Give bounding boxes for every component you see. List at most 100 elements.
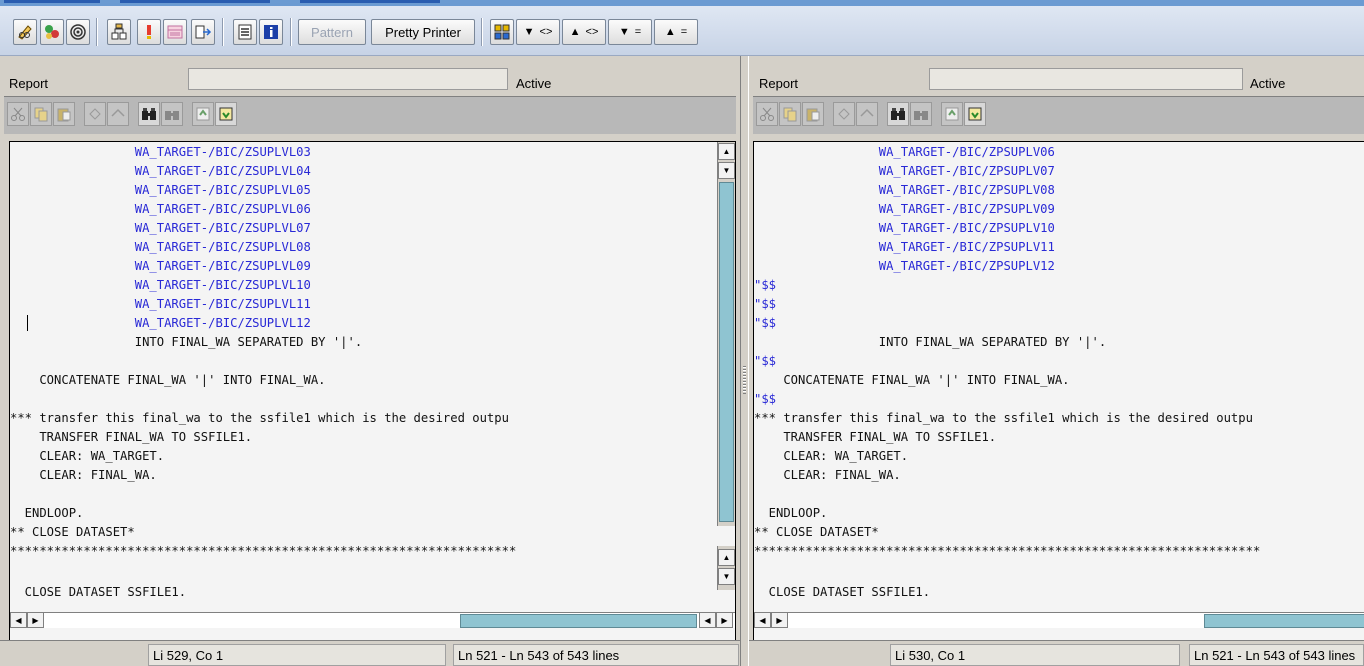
text-cursor <box>27 315 28 331</box>
exclamation-icon[interactable] <box>137 19 161 45</box>
code-line: ** CLOSE DATASET* <box>754 525 879 539</box>
download-icon[interactable] <box>215 102 237 126</box>
scroll-right-icon[interactable]: ▶ <box>27 612 44 628</box>
code-line: TRANSFER FINAL_WA TO SSFILE1. <box>10 430 253 444</box>
code-line: INTO FINAL_WA SEPARATED BY '|'. <box>10 335 363 349</box>
report-label: Report <box>9 76 49 91</box>
toolbar-separator <box>290 18 292 46</box>
binoculars-next-icon[interactable] <box>161 102 183 126</box>
window-icon[interactable] <box>163 19 187 45</box>
code-line: WA_TARGET-/BIC/ZSUPLVL11 <box>10 297 311 311</box>
pencil-glasses-icon[interactable] <box>13 19 37 45</box>
left-code-editor[interactable]: WA_TARGET-/BIC/ZSUPLVL03 WA_TARGET-/BIC/… <box>9 141 736 641</box>
code-line: "$$ <box>754 354 777 368</box>
sort-up-diff-button[interactable]: ▲ <> <box>562 19 606 45</box>
panel-splitter[interactable] <box>740 56 749 666</box>
code-line: CONCATENATE FINAL_WA '|' INTO FINAL_WA. <box>10 373 326 387</box>
spiral-icon[interactable] <box>66 19 90 45</box>
code-line: WA_TARGET-/BIC/ZSUPLVL05 <box>10 183 311 197</box>
scroll-right-icon[interactable]: ▶ <box>771 612 788 628</box>
info-icon[interactable] <box>259 19 283 45</box>
download-icon[interactable] <box>964 102 986 126</box>
sort-up-equal-button[interactable]: ▲ = <box>654 19 698 45</box>
cursor-position: Li 529, Co 1 <box>148 644 446 666</box>
left-vertical-scrollbar[interactable]: ▲ ▼ <box>717 142 735 526</box>
code-line: WA_TARGET-/BIC/ZSUPLVL03 <box>10 145 311 159</box>
right-editor-panel: Report Active WA_TARGET-/BIC/ZPSUPLV06 W… <box>749 56 1364 666</box>
line-range: Ln 521 - Ln 543 of 543 lines <box>453 644 739 666</box>
code-line: WA_TARGET-/BIC/ZSUPLVL07 <box>10 221 311 235</box>
navigate-icon[interactable] <box>191 19 215 45</box>
code-line: WA_TARGET-/BIC/ZSUPLVL12 <box>10 316 311 330</box>
line-range: Ln 521 - Ln 543 of 543 lines <box>1189 644 1364 666</box>
code-line: ****************************************… <box>10 544 517 558</box>
redo-icon[interactable] <box>107 102 129 126</box>
scroll-up-icon[interactable]: ▲ <box>718 549 735 566</box>
scroll-thumb[interactable] <box>719 182 734 522</box>
binoculars-icon[interactable] <box>887 102 909 126</box>
code-line: INTO FINAL_WA SEPARATED BY '|'. <box>754 335 1107 349</box>
scroll-right-icon[interactable]: ▶ <box>716 612 733 628</box>
scroll-thumb[interactable] <box>1204 614 1364 628</box>
scroll-thumb[interactable] <box>460 614 697 628</box>
left-header: Report Active <box>0 56 740 96</box>
binoculars-next-icon[interactable] <box>910 102 932 126</box>
undo-icon[interactable] <box>84 102 106 126</box>
code-line: "$$ <box>754 278 777 292</box>
left-status-bar: Li 529, Co 1 Ln 521 - Ln 543 of 543 line… <box>0 640 740 666</box>
left-lower-scrollbar[interactable]: ▲ ▼ <box>717 546 735 590</box>
code-line: WA_TARGET-/BIC/ZPSUPLV06 <box>754 145 1055 159</box>
where-used-icon[interactable] <box>40 19 64 45</box>
right-editor-toolbar <box>753 96 1364 134</box>
list-icon[interactable] <box>233 19 257 45</box>
scissors-icon[interactable] <box>7 102 29 126</box>
code-line: WA_TARGET-/BIC/ZSUPLVL08 <box>10 240 311 254</box>
undo-icon[interactable] <box>833 102 855 126</box>
scroll-left-icon[interactable]: ◀ <box>10 612 27 628</box>
toolbar-separator <box>481 18 483 46</box>
scroll-up-icon[interactable]: ▲ <box>718 143 735 160</box>
code-line: CLEAR: FINAL_WA. <box>754 468 901 482</box>
code-line: WA_TARGET-/BIC/ZPSUPLV08 <box>754 183 1055 197</box>
scissors-icon[interactable] <box>756 102 778 126</box>
code-line: *** transfer this final_wa to the ssfile… <box>10 411 509 425</box>
code-line: ** CLOSE DATASET* <box>10 525 135 539</box>
sort-down-diff-button[interactable]: ▼ <> <box>516 19 560 45</box>
code-line: "$$ <box>754 392 777 406</box>
scroll-left-icon[interactable]: ◀ <box>754 612 771 628</box>
right-header: Report Active <box>749 56 1364 96</box>
code-line: WA_TARGET-/BIC/ZPSUPLV07 <box>754 164 1055 178</box>
upload-icon[interactable] <box>192 102 214 126</box>
right-horizontal-scrollbar[interactable]: ◀ ▶ <box>754 612 1364 628</box>
arrow-up-icon: ▲ <box>569 26 581 38</box>
arrow-up-icon: ▲ <box>664 26 676 38</box>
arrow-down-icon: ▼ <box>523 26 535 38</box>
redo-icon[interactable] <box>856 102 878 126</box>
code-line: WA_TARGET-/BIC/ZPSUPLV11 <box>754 240 1055 254</box>
pattern-button[interactable]: Pattern <box>298 19 366 45</box>
copy-icon[interactable] <box>30 102 52 126</box>
paste-icon[interactable] <box>802 102 824 126</box>
pretty-printer-button[interactable]: Pretty Printer <box>371 19 475 45</box>
code-line: WA_TARGET-/BIC/ZPSUPLV12 <box>754 259 1055 273</box>
code-line: WA_TARGET-/BIC/ZSUPLVL04 <box>10 164 311 178</box>
scroll-down-icon[interactable]: ▼ <box>718 568 735 585</box>
code-line: "$$ <box>754 297 777 311</box>
left-horizontal-scrollbar[interactable]: ◀ ▶ ◀ ▶ <box>10 612 735 628</box>
right-code-editor[interactable]: WA_TARGET-/BIC/ZPSUPLV06 WA_TARGET-/BIC/… <box>753 141 1364 641</box>
code-line: CLEAR: WA_TARGET. <box>754 449 909 463</box>
code-line: CLOSE DATASET SSFILE1. <box>754 585 931 599</box>
hierarchy-icon[interactable] <box>107 19 131 45</box>
paste-icon[interactable] <box>53 102 75 126</box>
sort-down-equal-button[interactable]: ▼ = <box>608 19 652 45</box>
right-status-bar: Li 530, Co 1 Ln 521 - Ln 543 of 543 line… <box>749 640 1364 666</box>
code-line: ****************************************… <box>754 544 1261 558</box>
code-line: "$$ <box>754 316 777 330</box>
compare-icon[interactable] <box>490 19 514 45</box>
scroll-down-icon[interactable]: ▼ <box>718 162 735 179</box>
upload-icon[interactable] <box>941 102 963 126</box>
binoculars-icon[interactable] <box>138 102 160 126</box>
scroll-left-icon[interactable]: ◀ <box>699 612 716 628</box>
active-status-label: Active <box>516 76 552 91</box>
copy-icon[interactable] <box>779 102 801 126</box>
